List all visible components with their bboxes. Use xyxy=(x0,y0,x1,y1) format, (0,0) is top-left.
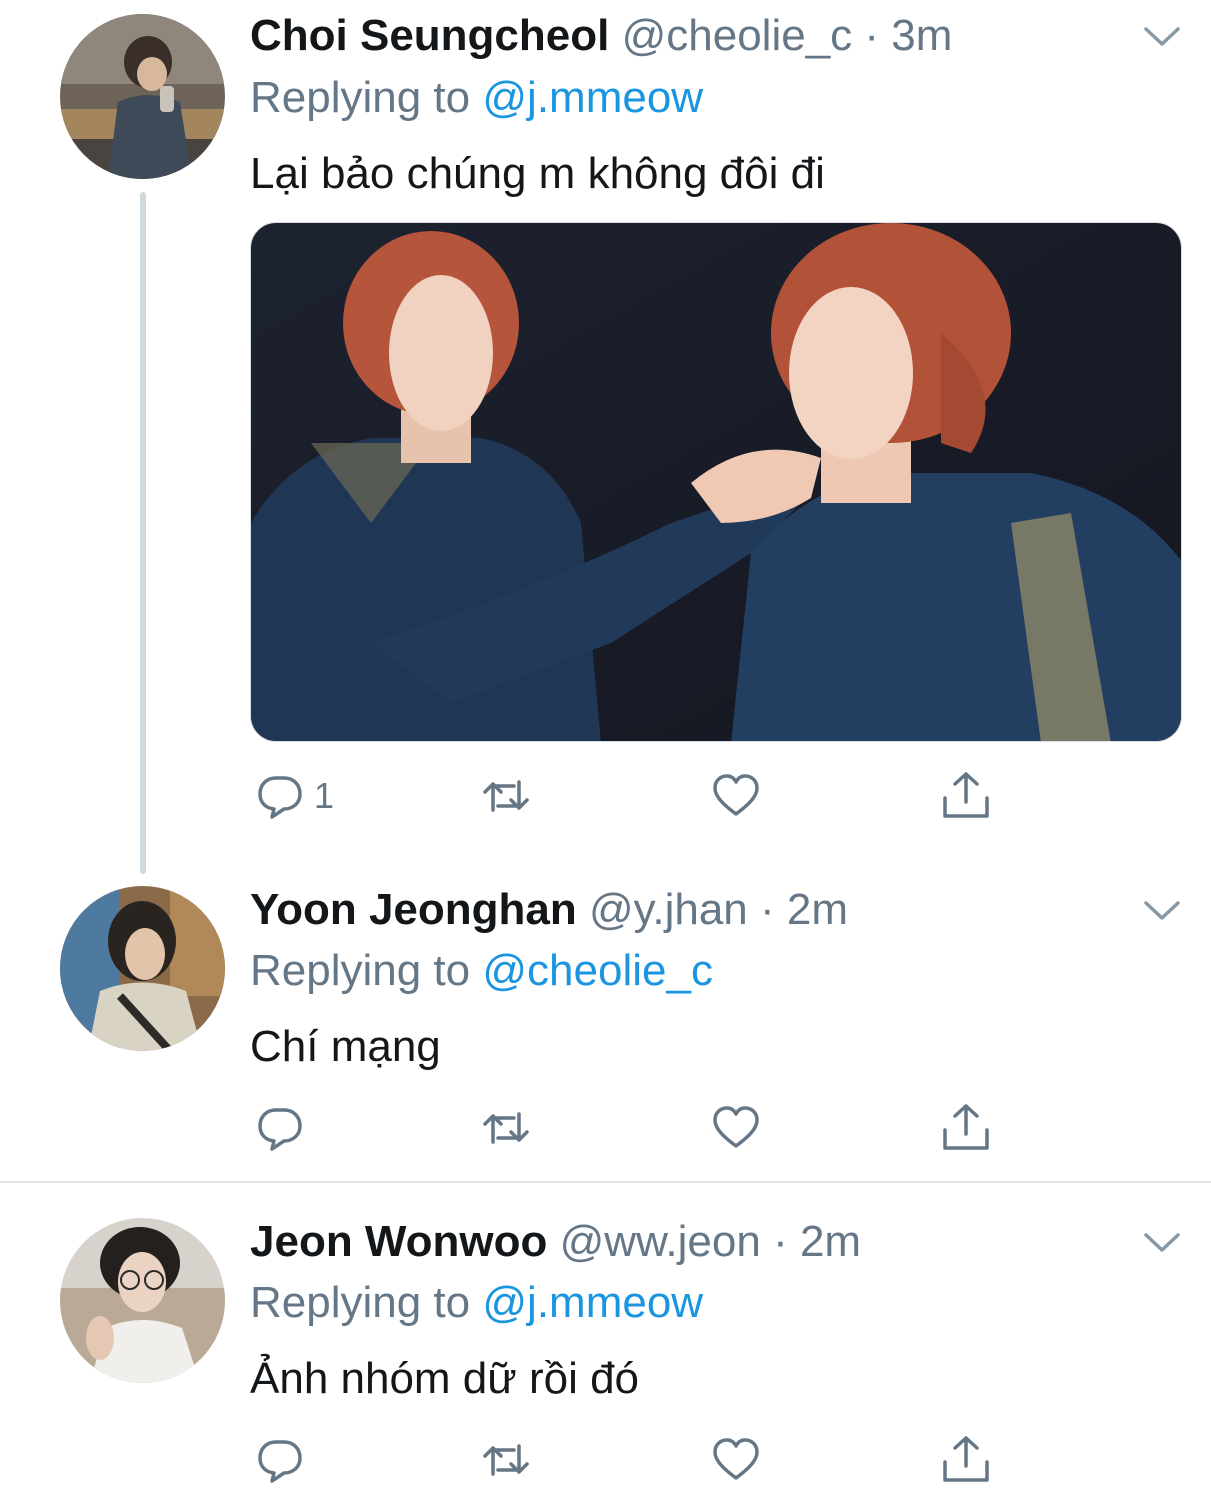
reply-button[interactable] xyxy=(254,1430,314,1490)
timestamp[interactable]: 3m xyxy=(891,11,952,60)
display-name[interactable]: Yoon Jeonghan xyxy=(250,885,577,934)
replying-to: Replying to @j.mmeow xyxy=(250,70,703,126)
display-name[interactable]: Jeon Wonwoo xyxy=(250,1217,547,1266)
like-button[interactable] xyxy=(710,1430,762,1490)
handle[interactable]: @cheolie_c xyxy=(622,11,853,60)
replying-to: Replying to @j.mmeow xyxy=(250,1275,703,1331)
tweet-header: Choi Seungcheol @cheolie_c · 3m xyxy=(250,8,952,64)
replying-prefix: Replying to xyxy=(250,946,471,995)
tweet-header: Yoon Jeonghan @y.jhan · 2m xyxy=(250,882,848,938)
display-name[interactable]: Choi Seungcheol xyxy=(250,11,609,60)
timestamp[interactable]: 2m xyxy=(800,1217,861,1266)
replying-prefix: Replying to xyxy=(250,1278,471,1327)
retweet-button[interactable] xyxy=(480,1098,532,1158)
reply-button[interactable]: 1 xyxy=(254,766,334,826)
retweet-icon xyxy=(483,1444,529,1476)
handle[interactable]: @y.jhan xyxy=(589,885,748,934)
share-icon xyxy=(943,1436,989,1482)
like-icon xyxy=(713,1106,759,1148)
share-button[interactable] xyxy=(940,766,992,826)
reply-icon xyxy=(258,776,302,819)
replying-prefix: Replying to xyxy=(250,73,471,122)
tweet-1[interactable]: Choi Seungcheol @cheolie_c · 3m Replying… xyxy=(0,0,1211,874)
tweet-2[interactable]: Yoon Jeonghan @y.jhan · 2m Replying to @… xyxy=(0,880,1211,1180)
mention-link[interactable]: @j.mmeow xyxy=(482,1278,703,1327)
reply-icon xyxy=(258,1108,302,1151)
chevron-down-icon[interactable] xyxy=(1142,1230,1182,1256)
tweet-actions xyxy=(250,1430,1010,1490)
share-button[interactable] xyxy=(940,1098,992,1158)
like-icon xyxy=(713,1438,759,1480)
replying-to: Replying to @cheolie_c xyxy=(250,943,713,999)
tweet-media-photo[interactable] xyxy=(250,222,1182,742)
tweet-divider xyxy=(0,1181,1211,1183)
retweet-button[interactable] xyxy=(480,1430,532,1490)
tweet-actions: 1 xyxy=(250,766,1010,826)
avatar-yoon-jeonghan[interactable] xyxy=(60,886,225,1051)
avatar-choi-seungcheol[interactable] xyxy=(60,14,225,179)
mention-link[interactable]: @cheolie_c xyxy=(482,946,713,995)
share-icon xyxy=(943,1104,989,1150)
tweet-actions xyxy=(250,1098,1010,1158)
handle[interactable]: @ww.jeon xyxy=(560,1217,761,1266)
share-button[interactable] xyxy=(940,1430,992,1490)
reply-count: 1 xyxy=(314,775,335,816)
like-icon xyxy=(713,774,759,816)
like-button[interactable] xyxy=(710,766,762,826)
separator-dot: · xyxy=(773,1217,788,1266)
retweet-icon xyxy=(483,1112,529,1144)
separator-dot: · xyxy=(864,11,880,60)
tweet-text: Lại bảo chúng m không đôi đi xyxy=(250,149,825,198)
chevron-down-icon[interactable] xyxy=(1142,24,1182,50)
reply-icon xyxy=(258,1440,302,1483)
avatar-jeon-wonwoo[interactable] xyxy=(60,1218,225,1383)
separator-dot: · xyxy=(760,885,775,934)
tweet-3[interactable]: Jeon Wonwoo @ww.jeon · 2m Replying to @j… xyxy=(0,1212,1211,1502)
share-icon xyxy=(943,772,989,818)
reply-button[interactable] xyxy=(254,1098,314,1158)
timestamp[interactable]: 2m xyxy=(787,885,848,934)
retweet-button[interactable] xyxy=(480,766,532,826)
like-button[interactable] xyxy=(710,1098,762,1158)
chevron-down-icon[interactable] xyxy=(1142,898,1182,924)
thread-line xyxy=(140,192,146,874)
tweet-header: Jeon Wonwoo @ww.jeon · 2m xyxy=(250,1214,861,1270)
retweet-icon xyxy=(483,780,529,812)
tweet-text: Chí mạng xyxy=(250,1022,441,1071)
mention-link[interactable]: @j.mmeow xyxy=(482,73,703,122)
tweet-text: Ảnh nhóm dữ rồi đó xyxy=(250,1354,640,1403)
